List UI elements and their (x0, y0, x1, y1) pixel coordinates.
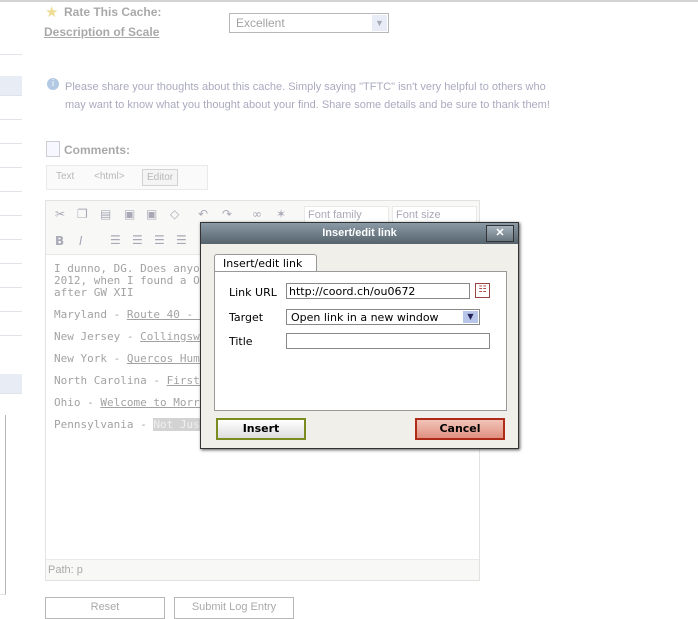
info-text: Please share your thoughts about this ca… (65, 81, 550, 111)
sidebar-row[interactable] (0, 76, 22, 96)
sidebar-row[interactable] (0, 312, 22, 336)
italic-icon[interactable]: I (79, 234, 83, 248)
reset-button[interactable]: Reset (45, 597, 165, 619)
sidebar-row[interactable] (0, 264, 22, 288)
dialog-title: Insert/edit link (322, 227, 397, 239)
copy-icon[interactable]: ❐ (77, 207, 88, 221)
insert-button[interactable]: Insert (216, 418, 306, 440)
target-value: Open link in a new window (291, 311, 439, 324)
editor-path: Path: p (46, 559, 479, 580)
link-url-label: Link URL (229, 286, 277, 299)
undo-icon[interactable]: ↶ (198, 207, 208, 221)
paste-text-icon[interactable]: ▣ (146, 207, 157, 221)
link-url-input[interactable]: http://coord.ch/ou0672 (286, 283, 470, 299)
link-icon[interactable]: ∞ (252, 207, 262, 221)
comments-label: Comments: (64, 143, 131, 157)
mode-html[interactable]: <html> (94, 171, 125, 182)
sidebar-row[interactable] (0, 288, 22, 312)
bold-icon[interactable]: B (55, 234, 64, 248)
description-of-scale-link[interactable]: Description of Scale (44, 25, 159, 39)
sidebar-row[interactable] (0, 374, 22, 394)
editor-mode-tabs: Text <html> Editor (46, 165, 208, 190)
sidebar-row[interactable] (0, 96, 22, 120)
sidebar-row[interactable] (0, 144, 22, 168)
paste-icon[interactable]: ▤ (100, 207, 111, 221)
redo-icon[interactable]: ↷ (222, 207, 232, 221)
mode-text[interactable]: Text (56, 171, 74, 182)
align-justify-icon[interactable]: ☰ (176, 233, 187, 247)
divider (0, 0, 698, 2)
align-right-icon[interactable]: ☰ (154, 233, 165, 247)
target-select[interactable]: Open link in a new window ▼ (286, 309, 480, 325)
sidebar-row[interactable] (0, 168, 22, 192)
eraser-icon[interactable]: ◇ (170, 207, 179, 221)
document-icon (46, 141, 60, 157)
rate-label: Rate This Cache: (64, 5, 162, 19)
chevron-down-icon: ▼ (372, 15, 387, 31)
title-input[interactable] (286, 333, 490, 349)
sidebar-row[interactable] (0, 216, 22, 240)
rating-value: Excellent (236, 16, 285, 30)
target-label: Target (229, 311, 264, 324)
cancel-button[interactable]: Cancel (415, 418, 505, 440)
cache-link[interactable]: Welcome to Morrow (100, 396, 213, 409)
paste-word-icon[interactable]: ▣ (124, 207, 135, 221)
title-label: Title (229, 335, 253, 348)
unlink-icon[interactable]: ✶ (276, 207, 286, 221)
sidebar-row[interactable] (0, 240, 22, 264)
tab-insert-edit-link[interactable]: Insert/edit link (214, 254, 317, 272)
align-left-icon[interactable]: ☰ (110, 233, 121, 247)
sidebar-table-edge (0, 415, 6, 595)
insert-link-dialog: Insert/edit link ✕ Insert/edit link Link… (200, 222, 519, 449)
sidebar-row[interactable] (0, 35, 22, 55)
submit-log-button[interactable]: Submit Log Entry (174, 597, 294, 619)
sidebar-row[interactable] (0, 120, 22, 144)
browse-icon[interactable]: ☷ (475, 283, 490, 298)
rating-select[interactable]: Excellent ▼ (229, 13, 389, 33)
close-icon[interactable]: ✕ (486, 225, 514, 242)
dialog-panel: Link URL http://coord.ch/ou0672 ☷ Target… (214, 271, 507, 411)
dialog-title-bar[interactable]: Insert/edit link ✕ (201, 223, 518, 244)
align-center-icon[interactable]: ☰ (132, 233, 143, 247)
chevron-down-icon: ▼ (463, 311, 478, 323)
mode-editor[interactable]: Editor (142, 169, 179, 186)
cut-icon[interactable]: ✂ (55, 207, 65, 221)
info-icon: i (47, 78, 59, 90)
sidebar-row[interactable] (0, 192, 22, 216)
star-icon: ★ (45, 3, 59, 21)
